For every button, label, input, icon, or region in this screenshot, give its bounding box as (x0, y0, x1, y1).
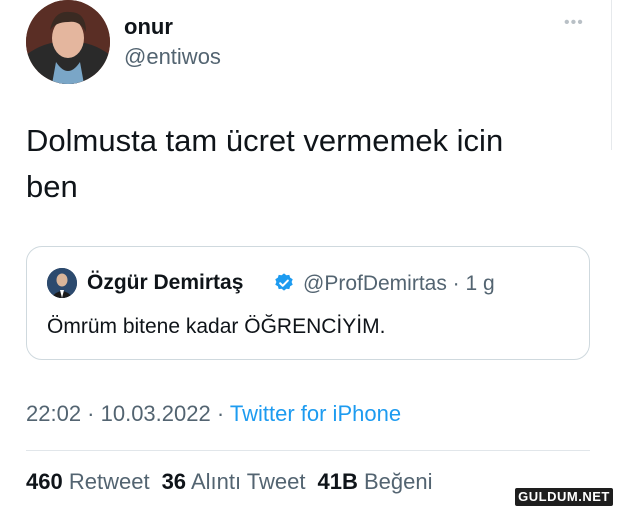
tweet-stats: 460 Retweet 36 Alıntı Tweet 41B Beğeni (26, 469, 433, 495)
quote-tweets-label: Alıntı Tweet (190, 469, 306, 494)
likes-count: 41B (317, 469, 358, 494)
divider (26, 450, 590, 451)
watermark-logo: GULDUM.NET (515, 488, 613, 506)
retweets-label: Retweet (68, 469, 150, 494)
quoted-tweet-text: Ömrüm bitene kadar ÖĞRENCİYİM. (47, 315, 386, 338)
author-display-name[interactable]: onur (124, 14, 173, 40)
tweet-source-link[interactable]: Twitter for iPhone (230, 401, 401, 426)
tweet-text-line: ben (26, 169, 78, 204)
quote-tweets-stat[interactable]: 36 Alıntı Tweet (162, 469, 306, 494)
quoted-tweet-card[interactable]: Özgür Demirtaş @ProfDemirtas · 1 g Ömrüm… (26, 246, 590, 360)
quoted-author-avatar[interactable] (47, 268, 77, 298)
verified-badge-icon (275, 273, 293, 291)
author-handle[interactable]: @entiwos (124, 44, 221, 70)
likes-stat[interactable]: 41B Beğeni (318, 469, 433, 494)
retweets-count: 460 (26, 469, 63, 494)
likes-label: Beğeni (363, 469, 433, 494)
retweets-stat[interactable]: 460 Retweet (26, 469, 150, 494)
more-options-icon[interactable]: ••• (564, 14, 584, 32)
quote-tweets-count: 36 (161, 469, 187, 494)
quoted-handle-time[interactable]: @ProfDemirtas · 1 g (303, 272, 495, 296)
tweet-text-line: Dolmusta tam ücret vermemek icin (26, 123, 504, 158)
divider (611, 0, 612, 150)
tweet-meta: 22:02 · 10.03.2022 · Twitter for iPhone (26, 401, 401, 427)
author-avatar[interactable] (26, 0, 110, 84)
tweet-text: Dolmusta tam ücret vermemek icin ben (26, 118, 586, 210)
quoted-display-name[interactable]: Özgür Demirtaş (87, 271, 243, 295)
tweet-time-date[interactable]: 22:02 · 10.03.2022 · (26, 401, 230, 426)
